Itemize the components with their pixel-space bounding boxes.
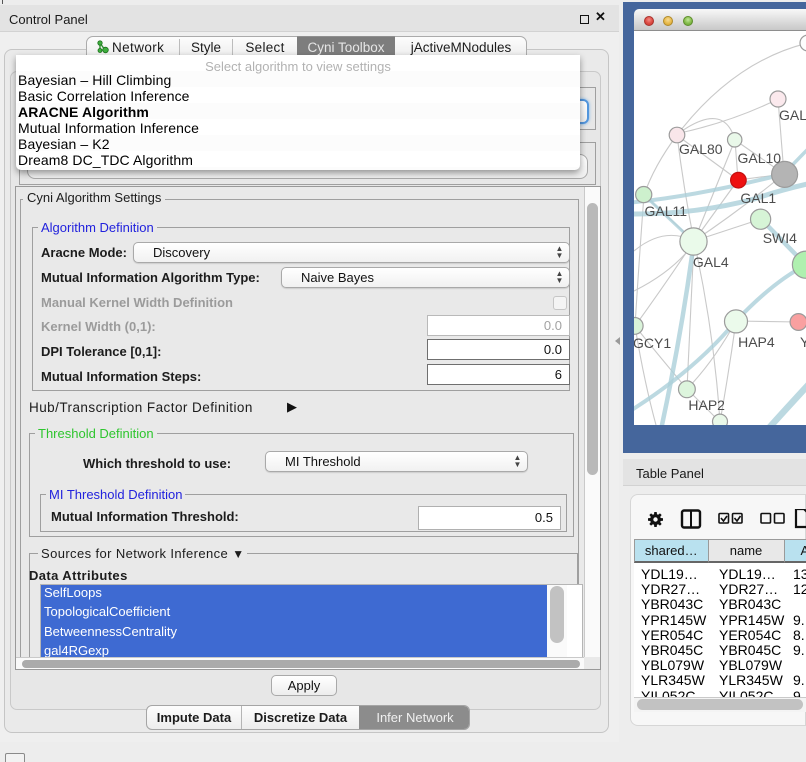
svg-text:GAL: GAL: [779, 107, 806, 123]
svg-text:GAL10: GAL10: [738, 150, 782, 166]
svg-text:GAL4: GAL4: [693, 254, 729, 270]
svg-text:SWI4: SWI4: [763, 230, 797, 246]
svg-text:GCY1: GCY1: [634, 335, 671, 351]
svg-text:HAP2: HAP2: [688, 397, 725, 413]
svg-text:GAL1: GAL1: [740, 190, 776, 206]
svg-text:HAP4: HAP4: [738, 334, 775, 350]
svg-text:Y: Y: [800, 334, 806, 350]
svg-text:GAL80: GAL80: [679, 141, 723, 157]
svg-text:GAL11: GAL11: [645, 203, 688, 219]
